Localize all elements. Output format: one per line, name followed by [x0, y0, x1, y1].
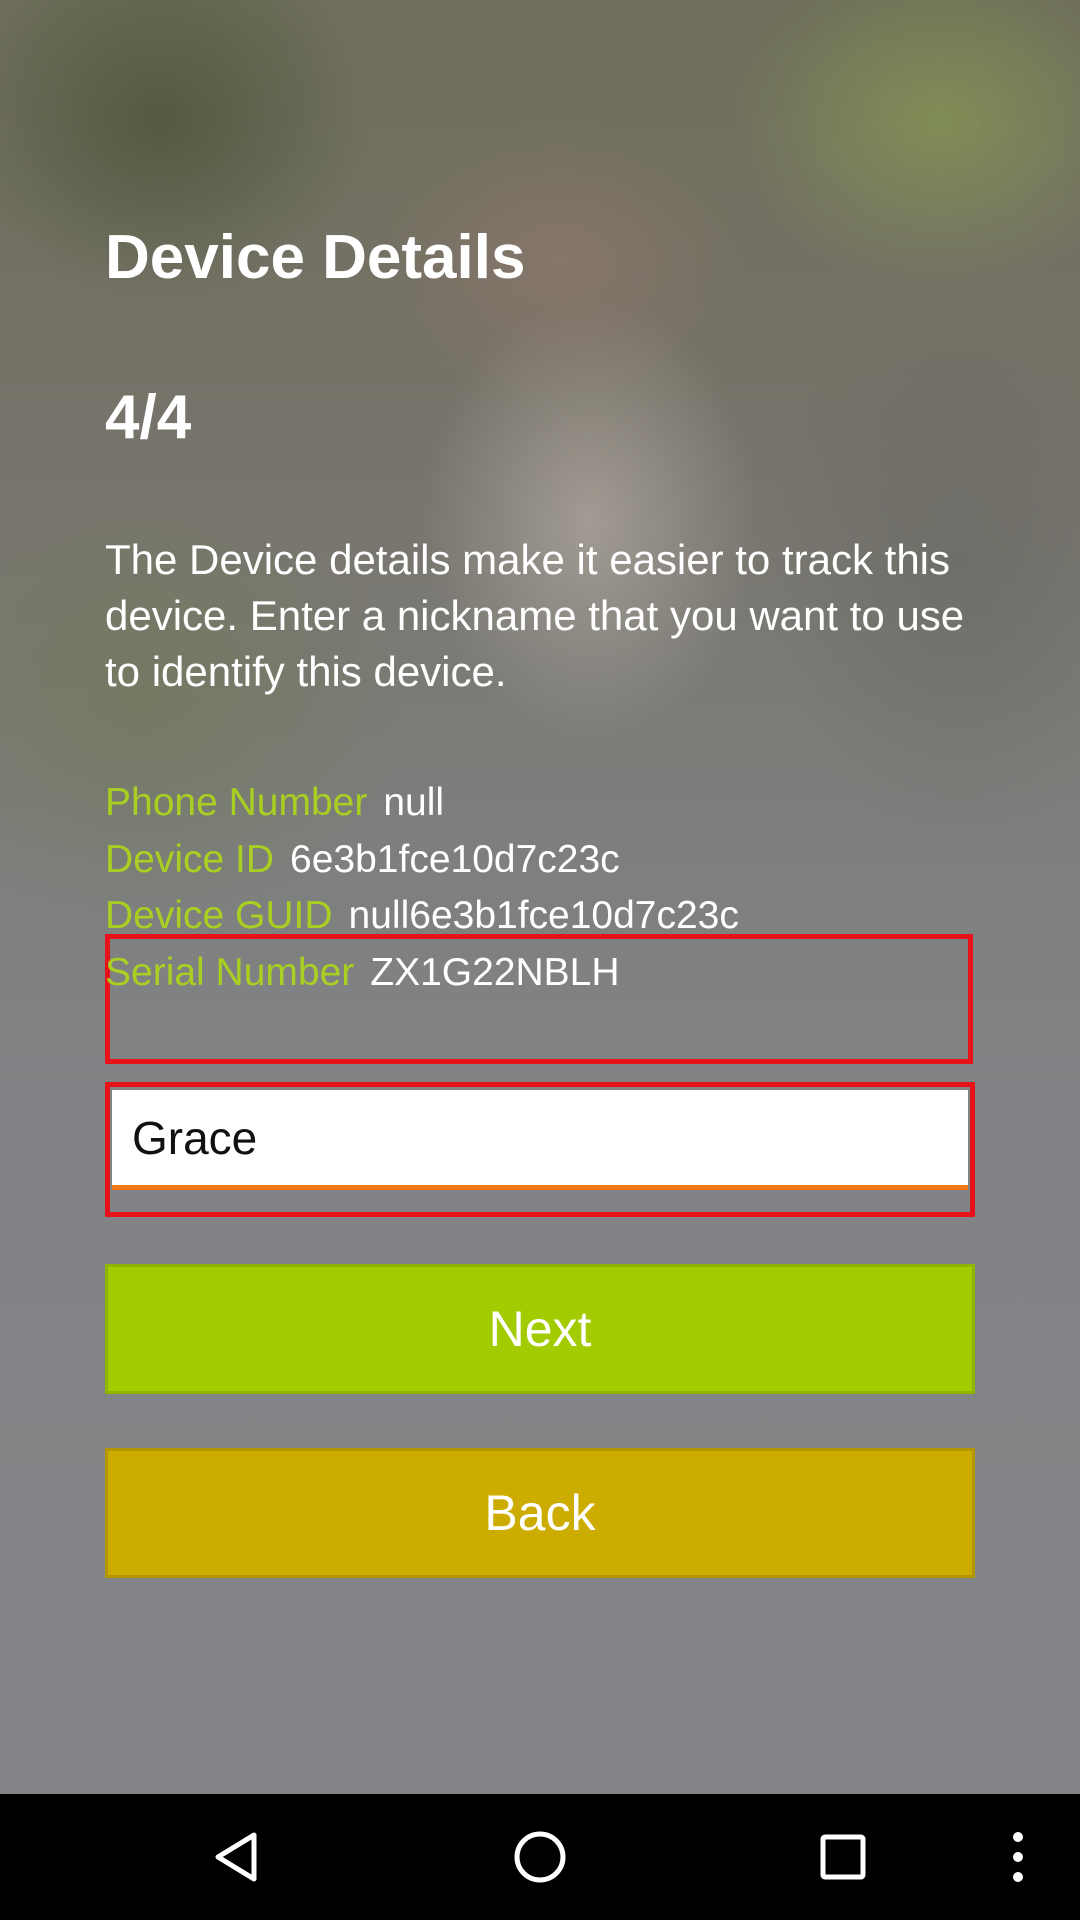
detail-value: null6e3b1fce10d7c23c: [348, 894, 739, 937]
page-description: The Device details make it easier to tra…: [105, 536, 965, 695]
detail-label: Device GUID: [105, 894, 333, 937]
detail-label: Serial Number: [105, 951, 355, 994]
detail-value: null: [383, 781, 445, 824]
home-circle-icon[interactable]: [480, 1794, 600, 1920]
detail-label: Phone Number: [105, 781, 368, 824]
system-navigation-bar: [0, 1794, 1080, 1920]
recent-apps-square-icon[interactable]: [783, 1794, 903, 1920]
back-triangle-icon[interactable]: [178, 1794, 298, 1920]
detail-row-device-guid: Device GUID null6e3b1fce10d7c23c: [105, 893, 739, 939]
detail-label: Device ID: [105, 838, 275, 881]
detail-value: 6e3b1fce10d7c23c: [290, 838, 620, 881]
detail-row-phone-number: Phone Number null: [105, 780, 444, 826]
detail-value: ZX1G22NBLH: [370, 951, 620, 994]
next-button[interactable]: Next: [105, 1264, 975, 1394]
device-details-screen: Device Details 4/4 The Device details ma…: [0, 0, 1080, 1794]
overflow-menu-icon[interactable]: [968, 1794, 1068, 1920]
page-title: Device Details: [105, 223, 526, 292]
detail-row-device-id: Device ID 6e3b1fce10d7c23c: [105, 837, 620, 883]
back-button[interactable]: Back: [105, 1448, 975, 1578]
step-indicator: 4/4: [105, 383, 192, 452]
nickname-input[interactable]: [112, 1090, 968, 1190]
detail-row-serial-number: Serial Number ZX1G22NBLH: [105, 950, 620, 996]
